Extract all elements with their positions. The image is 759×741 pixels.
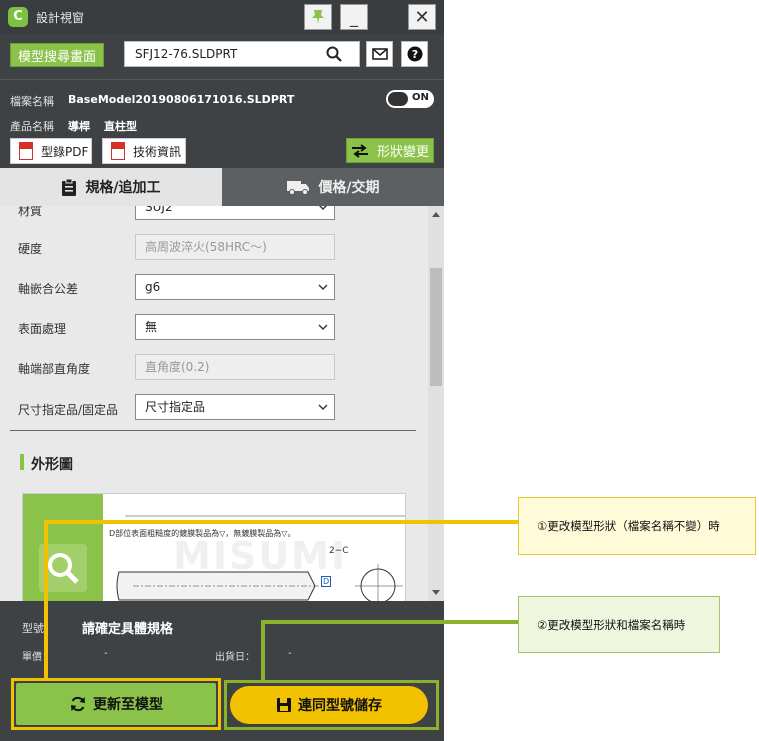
catalog-pdf-button[interactable]: 型錄PDF bbox=[10, 138, 92, 164]
surface-treatment-select[interactable]: 無 bbox=[135, 314, 335, 340]
scroll-thumb[interactable] bbox=[430, 268, 442, 386]
help-icon: ? bbox=[407, 46, 422, 62]
close-button[interactable]: ✕ bbox=[408, 4, 436, 30]
model-number-value: 請確定具體規格 bbox=[82, 622, 174, 637]
truck-icon bbox=[287, 181, 310, 195]
clipboard-icon bbox=[62, 178, 77, 196]
file-name-toggle[interactable]: ON bbox=[386, 90, 434, 108]
material-value: SUJ2 bbox=[145, 206, 173, 214]
highlight-save-button bbox=[224, 680, 439, 730]
callout-line-green bbox=[261, 620, 519, 624]
swap-arrows-icon bbox=[351, 143, 368, 158]
svg-text:?: ? bbox=[411, 48, 417, 61]
content-scrollbar[interactable] bbox=[428, 206, 444, 601]
catalog-pdf-label: 型錄PDF bbox=[41, 144, 89, 159]
mail-button[interactable] bbox=[366, 41, 393, 67]
pin-button[interactable] bbox=[304, 4, 332, 30]
chevron-down-icon bbox=[318, 324, 328, 330]
spec-row-label: 尺寸指定品/固定品 bbox=[18, 403, 119, 417]
toggle-knob bbox=[388, 92, 408, 106]
model-search-page-button[interactable]: 模型搜尋畫面 bbox=[10, 43, 104, 67]
spec-row-label: 硬度 bbox=[18, 242, 43, 256]
scroll-down-icon[interactable] bbox=[432, 590, 440, 595]
product-category: 導桿 bbox=[68, 120, 90, 133]
callout-line-yellow bbox=[44, 520, 520, 524]
callout-change-shape-keep-name: ①更改模型形狀（檔案名稱不變）時 bbox=[518, 497, 756, 555]
search-input[interactable]: SFJ12-76.SLDPRT bbox=[124, 41, 360, 67]
spec-row-label: 材質 bbox=[18, 206, 43, 218]
design-window: C 設計視窗 _ ✕ 模型搜尋畫面 SFJ12-76.SLDPRT ? 檔案名稱… bbox=[0, 0, 444, 741]
product-name-label: 產品名稱 bbox=[10, 120, 54, 133]
model-number-label: 型號： bbox=[22, 622, 55, 635]
title-bar: C 設計視窗 _ ✕ bbox=[0, 0, 444, 34]
search-icon[interactable] bbox=[326, 46, 342, 62]
fit-tolerance-value: g6 bbox=[145, 280, 161, 294]
help-button[interactable]: ? bbox=[401, 41, 428, 67]
divider bbox=[0, 79, 444, 80]
pin-icon bbox=[312, 10, 324, 24]
section-title: 外形圖 bbox=[31, 457, 73, 473]
file-name-value: BaseModel20190806171016.SLDPRT bbox=[68, 93, 295, 106]
unit-price-value: - bbox=[104, 648, 108, 659]
surface-treatment-value: 無 bbox=[145, 320, 158, 334]
tech-info-label: 技術資訊 bbox=[133, 144, 182, 159]
callout-change-shape-and-name: ②更改模型形狀和檔案名稱時 bbox=[518, 596, 720, 653]
ship-date-value: - bbox=[288, 648, 292, 659]
shaft-drawing bbox=[116, 515, 405, 601]
product-type: 直柱型 bbox=[104, 120, 137, 133]
fit-tolerance-select[interactable]: g6 bbox=[135, 274, 335, 300]
pdf-icon bbox=[111, 142, 125, 160]
drawing-d-label: D bbox=[321, 576, 332, 587]
tech-info-button[interactable]: 技術資訊 bbox=[102, 138, 186, 164]
spec-row-label: 軸端部直角度 bbox=[18, 362, 91, 376]
tab-price[interactable]: 價格/交期 bbox=[222, 168, 444, 206]
scroll-up-icon[interactable] bbox=[432, 212, 440, 217]
spec-row-label: 表面處理 bbox=[18, 322, 67, 336]
hardness-field: 高周波淬火(58HRC〜) bbox=[135, 234, 335, 260]
dimension-type-select[interactable]: 尺寸指定品 bbox=[135, 394, 335, 420]
spec-row-label: 軸嵌合公差 bbox=[18, 282, 79, 296]
spec-panel: 材質 SUJ2 硬度 高周波淬火(58HRC〜) 軸嵌合公差 g6 表面處理 無… bbox=[0, 206, 428, 601]
highlight-update-button bbox=[11, 678, 221, 730]
minimize-button[interactable]: _ bbox=[340, 4, 368, 30]
end-squareness-field: 直角度(0.2) bbox=[135, 354, 335, 380]
toggle-state: ON bbox=[412, 92, 429, 103]
divider bbox=[10, 430, 416, 431]
chevron-down-icon bbox=[319, 206, 327, 210]
section-marker bbox=[20, 454, 24, 470]
material-select[interactable]: SUJ2 bbox=[135, 206, 335, 220]
tab-spec-label: 規格/追加工 bbox=[85, 180, 161, 196]
chevron-down-icon bbox=[318, 284, 328, 290]
tab-price-label: 價格/交期 bbox=[318, 180, 380, 196]
change-shape-label: 形狀變更 bbox=[376, 145, 429, 160]
pdf-icon bbox=[19, 142, 33, 160]
chevron-down-icon bbox=[318, 404, 328, 410]
file-name-label: 檔案名稱 bbox=[10, 95, 54, 108]
outline-drawing[interactable]: MISUMI D部位表面粗糙度的鍍膜製品為▽，無鍍膜製品為▽。 2−C D bbox=[22, 493, 406, 601]
window-title: 設計視窗 bbox=[36, 11, 85, 25]
callout-line-yellow bbox=[44, 520, 48, 681]
change-shape-button[interactable]: 形狀變更 bbox=[346, 138, 434, 163]
mail-icon bbox=[371, 48, 388, 60]
ship-date-label: 出貨日： bbox=[215, 652, 255, 663]
app-logo-icon: C bbox=[8, 7, 28, 27]
callout-line-green bbox=[261, 620, 265, 682]
canvas: C 設計視窗 _ ✕ 模型搜尋畫面 SFJ12-76.SLDPRT ? 檔案名稱… bbox=[0, 0, 759, 741]
tab-spec[interactable]: 規格/追加工 bbox=[0, 168, 222, 206]
dimension-type-value: 尺寸指定品 bbox=[145, 400, 206, 414]
